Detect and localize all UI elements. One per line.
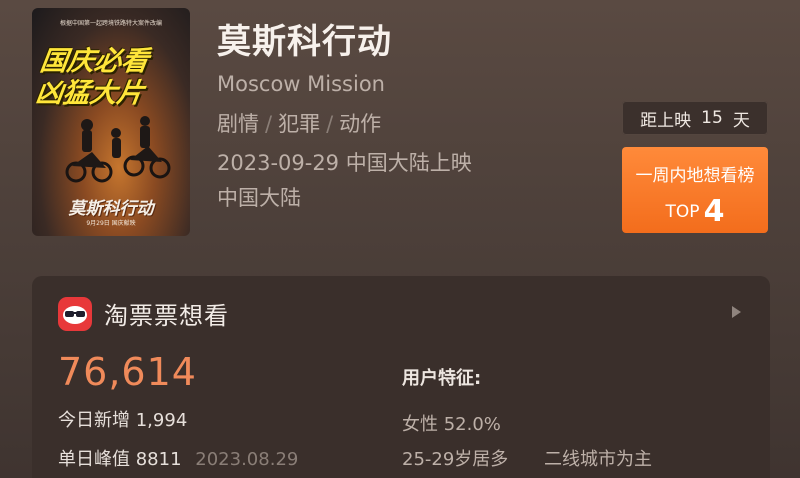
want-to-see-ranking-badge[interactable]: 一周内地想看榜 TOP 4 (622, 147, 768, 233)
daily-peak-label: 单日峰值 (58, 449, 130, 470)
movie-genres: 剧情 / 犯罪 / 动作 (217, 108, 381, 138)
movie-title: 莫斯科行动 (217, 22, 392, 62)
poster-tagline: 根据中国第一起跨境铁路特大案件改编 (59, 20, 162, 27)
ranking-line: TOP 4 (622, 194, 768, 229)
poster-slogan: 国庆必看 凶猛大片 (34, 46, 190, 110)
countdown-unit: 天 (732, 110, 750, 131)
movie-poster[interactable]: 根据中国第一起跨境铁路特大案件改编 国庆必看 凶猛大片 莫斯科行动 9月29日 … (32, 8, 190, 236)
city-tier-stat: 二线城市为主 (544, 449, 652, 470)
poster-movie-name: 莫斯科行动 (68, 199, 154, 219)
want-to-see-count: 76,614 (58, 350, 197, 394)
movie-region: 中国大陆 (217, 186, 301, 210)
want-to-see-card[interactable]: 淘票票想看 76,614 今日新增 1,994 单日峰值 8811 2023.0… (32, 276, 770, 478)
movie-english-title: Moscow Mission (217, 72, 385, 96)
daily-peak-row: 单日峰值 8811 2023.08.29 (58, 445, 298, 471)
countdown-label: 距上映 (640, 110, 692, 131)
ranking-number: 4 (703, 194, 725, 229)
genre-tag: 动作 (339, 112, 382, 136)
age-stat: 25-29岁居多 (402, 449, 509, 470)
genre-separator: / (265, 112, 273, 136)
gender-stat: 女性 52.0% (402, 414, 501, 435)
taopiaopiao-logo-icon (58, 296, 92, 331)
release-countdown-badge: 距上映 15 天 (622, 101, 768, 135)
daily-peak-date: 2023.08.29 (195, 449, 299, 470)
genre-separator: / (326, 112, 334, 136)
card-header: 淘票票想看 (58, 296, 229, 331)
poster-slogan-line2: 凶猛大片 (33, 78, 146, 109)
ranking-prefix: TOP (665, 202, 700, 222)
poster-slogan-line1: 国庆必看 (38, 46, 151, 77)
ranking-title: 一周内地想看榜 (635, 166, 755, 186)
card-title: 淘票票想看 (104, 302, 229, 330)
countdown-days: 15 (701, 108, 723, 128)
genre-tag: 犯罪 (278, 112, 321, 136)
today-new-row: 今日新增 1,994 (58, 406, 187, 432)
poster-release-date: 9月29日 国庆献映 (86, 220, 136, 227)
movie-detail-page: 根据中国第一起跨境铁路特大案件改编 国庆必看 凶猛大片 莫斯科行动 9月29日 … (0, 0, 800, 478)
release-info: 2023-09-29 中国大陆上映 (217, 151, 472, 175)
user-features-label: 用户特征: (402, 368, 482, 389)
genre-tag: 剧情 (217, 112, 259, 136)
motorcycle-riders-illustration (65, 116, 171, 183)
today-new-label: 今日新增 (58, 410, 130, 431)
today-new-value: 1,994 (135, 410, 188, 431)
daily-peak-value: 8811 (135, 449, 182, 470)
chevron-right-icon[interactable] (732, 306, 741, 318)
